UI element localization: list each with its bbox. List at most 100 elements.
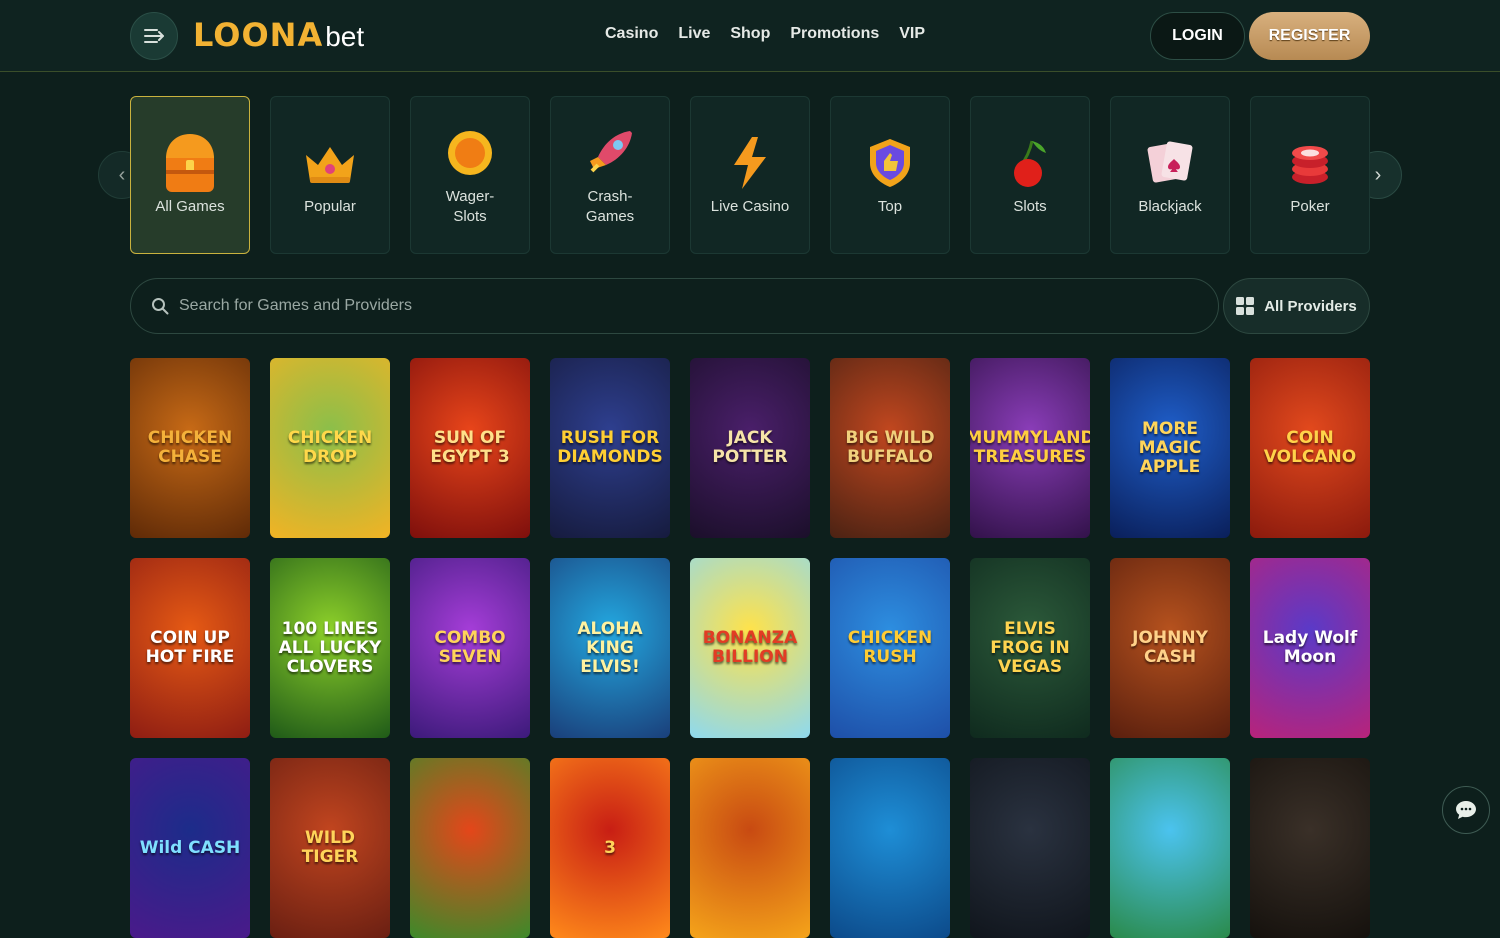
- category-all-games[interactable]: All Games: [130, 96, 250, 254]
- chevron-right-icon: ›: [1374, 163, 1382, 186]
- game-title: ELVIS FROG IN VEGAS: [990, 618, 1070, 677]
- game-title: ALOHA KING ELVIS!: [577, 618, 643, 677]
- nav-promotions[interactable]: Promotions: [790, 25, 879, 43]
- game-tile[interactable]: [1250, 758, 1370, 938]
- register-button[interactable]: REGISTER: [1249, 12, 1370, 60]
- game-tile[interactable]: JOHNNY CASH: [1110, 558, 1230, 738]
- game-title: CHICKEN DROP: [287, 428, 373, 467]
- game-tile[interactable]: [410, 758, 530, 938]
- game-tile[interactable]: RUSH FOR DIAMONDS: [550, 358, 670, 538]
- nav-live[interactable]: Live: [678, 25, 710, 43]
- category-top[interactable]: Top: [830, 96, 950, 254]
- game-tile[interactable]: BONANZA BILLION: [690, 558, 810, 738]
- game-title: CHICKEN CHASE: [147, 428, 233, 467]
- playing-cards-icon: [1140, 133, 1200, 193]
- category-crash-games[interactable]: Crash- Games: [550, 96, 670, 254]
- crown-icon: [300, 133, 360, 193]
- game-tile[interactable]: SUN OF EGYPT 3: [410, 358, 530, 538]
- game-title: COIN UP HOT FIRE: [145, 628, 235, 667]
- game-tile[interactable]: WILD TIGER: [270, 758, 390, 938]
- game-title: 100 LINES ALL LUCKY CLOVERS: [278, 618, 382, 677]
- category-label: Slots: [1013, 198, 1047, 215]
- search-bar[interactable]: Search for Games and Providers: [130, 278, 1219, 334]
- game-tile[interactable]: [830, 758, 950, 938]
- menu-arrow-icon: [144, 29, 164, 43]
- category-blackjack[interactable]: Blackjack: [1110, 96, 1230, 254]
- nav-vip[interactable]: VIP: [899, 25, 925, 43]
- game-tile[interactable]: CHICKEN CHASE: [130, 358, 250, 538]
- chat-bubble-icon: [1456, 801, 1476, 819]
- category-label: Poker: [1290, 198, 1330, 215]
- game-title: BIG WILD BUFFALO: [845, 428, 935, 467]
- rocket-icon: [580, 123, 640, 183]
- game-tile[interactable]: 3: [550, 758, 670, 938]
- category-popular[interactable]: Popular: [270, 96, 390, 254]
- game-tile[interactable]: CHICKEN DROP: [270, 358, 390, 538]
- game-title: MUMMYLAND TREASURES: [970, 428, 1090, 467]
- game-title: SUN OF EGYPT 3: [430, 428, 510, 467]
- coin-icon: [440, 123, 500, 183]
- game-title: MORE MAGIC APPLE: [1138, 418, 1202, 477]
- logo-suffix: bet: [325, 21, 365, 52]
- thumbs-up-shield-icon: [860, 133, 920, 193]
- category-label: Blackjack: [1138, 198, 1202, 215]
- game-tile[interactable]: COIN UP HOT FIRE: [130, 558, 250, 738]
- logo-brand: LOONA: [193, 16, 324, 54]
- game-tile[interactable]: Lady Wolf Moon: [1250, 558, 1370, 738]
- all-providers-label: All Providers: [1264, 297, 1357, 315]
- category-wager-slots[interactable]: Wager- Slots: [410, 96, 530, 254]
- category-label: All Games: [155, 198, 225, 215]
- nav-casino[interactable]: Casino: [605, 25, 658, 43]
- top-header: LOONA bet Casino Live Shop Promotions VI…: [0, 0, 1500, 72]
- site-logo[interactable]: LOONA bet: [193, 16, 364, 56]
- category-poker[interactable]: Poker: [1250, 96, 1370, 254]
- game-tile[interactable]: Wild CASH: [130, 758, 250, 938]
- search-input[interactable]: Search for Games and Providers: [179, 297, 412, 315]
- lightning-icon: [720, 133, 780, 193]
- search-icon: [152, 298, 169, 315]
- game-title: Lady Wolf Moon: [1262, 628, 1358, 667]
- game-tile[interactable]: 100 LINES ALL LUCKY CLOVERS: [270, 558, 390, 738]
- game-tile[interactable]: COMBO SEVEN: [410, 558, 530, 738]
- category-slots[interactable]: Slots: [970, 96, 1090, 254]
- category-carousel: All Games Popular Wager- Slots Crash- Games…: [130, 96, 1370, 254]
- game-title: WILD TIGER: [301, 828, 359, 867]
- game-tile[interactable]: [690, 758, 810, 938]
- game-tile[interactable]: [970, 758, 1090, 938]
- game-tile[interactable]: COIN VOLCANO: [1250, 358, 1370, 538]
- game-title: RUSH FOR DIAMONDS: [557, 428, 663, 467]
- login-button[interactable]: LOGIN: [1150, 12, 1245, 60]
- game-title: CHICKEN RUSH: [847, 628, 933, 667]
- category-label: Top: [877, 198, 903, 215]
- category-label: Wager- Slots: [445, 188, 495, 225]
- game-tile[interactable]: CHICKEN RUSH: [830, 558, 950, 738]
- grid-icon: [1236, 297, 1255, 315]
- category-live-casino[interactable]: Live Casino: [690, 96, 810, 254]
- cherry-icon: [1000, 133, 1060, 193]
- game-tile[interactable]: MORE MAGIC APPLE: [1110, 358, 1230, 538]
- game-title: COIN VOLCANO: [1263, 428, 1357, 467]
- category-label: Crash- Games: [585, 188, 635, 225]
- game-title: COMBO SEVEN: [434, 628, 506, 667]
- poker-chips-icon: [1280, 133, 1340, 193]
- game-tile[interactable]: [1110, 758, 1230, 938]
- main-nav: Casino Live Shop Promotions VIP: [605, 25, 925, 43]
- game-tile[interactable]: ELVIS FROG IN VEGAS: [970, 558, 1090, 738]
- chest-icon: [160, 133, 220, 193]
- game-title: 3: [604, 837, 616, 858]
- game-tile[interactable]: MUMMYLAND TREASURES: [970, 358, 1090, 538]
- all-providers-button[interactable]: All Providers: [1223, 278, 1370, 334]
- game-title: JOHNNY CASH: [1132, 628, 1208, 667]
- game-tile[interactable]: JACK POTTER: [690, 358, 810, 538]
- category-label: Popular: [304, 198, 356, 215]
- menu-toggle-button[interactable]: [130, 12, 178, 60]
- nav-shop[interactable]: Shop: [730, 25, 770, 43]
- game-title: JACK POTTER: [712, 428, 788, 467]
- game-tile[interactable]: BIG WILD BUFFALO: [830, 358, 950, 538]
- game-tile[interactable]: ALOHA KING ELVIS!: [550, 558, 670, 738]
- category-label: Live Casino: [710, 198, 790, 215]
- chat-button[interactable]: [1442, 786, 1490, 834]
- chevron-left-icon: ‹: [118, 163, 126, 186]
- game-title: BONANZA BILLION: [702, 628, 798, 667]
- game-title: Wild CASH: [139, 837, 241, 858]
